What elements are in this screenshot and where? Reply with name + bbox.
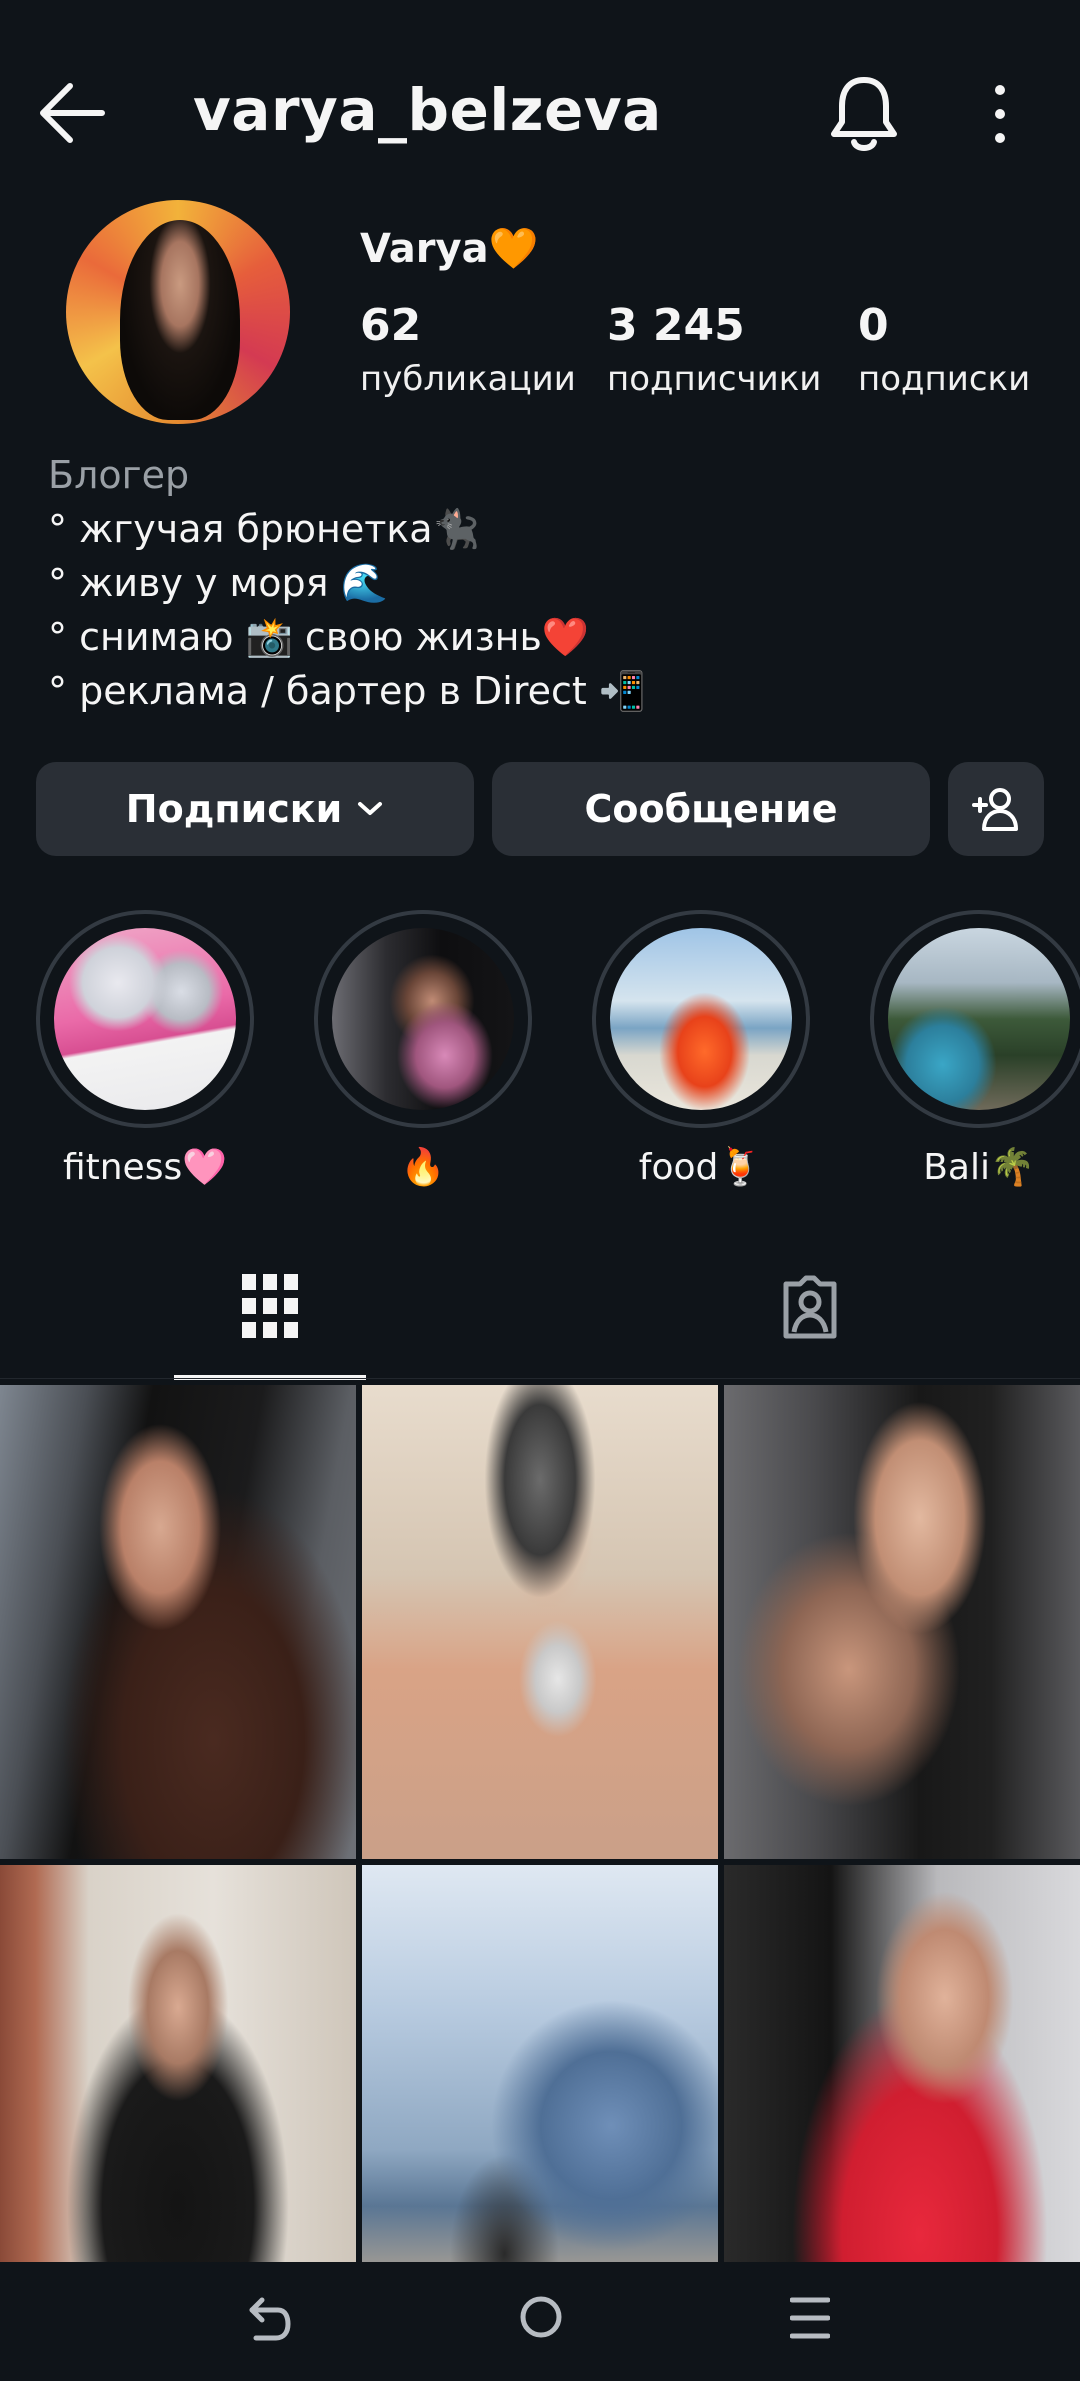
highlight-label: fitness🩷 <box>62 1147 228 1188</box>
highlight-cover <box>54 928 236 1110</box>
bio-line: ° живу у моря 🌊 <box>48 561 388 605</box>
chevron-down-icon <box>358 802 383 815</box>
add-user-button[interactable] <box>948 762 1044 856</box>
avatar-photo <box>120 220 240 420</box>
stat-following[interactable]: 0 подписки <box>858 300 1030 399</box>
highlight-bali[interactable]: Bali🌴 <box>866 910 1080 1188</box>
profile-avatar[interactable] <box>66 200 290 424</box>
highlight-ring <box>314 910 532 1128</box>
display-name: Varya🧡 <box>360 226 539 272</box>
highlight-ring <box>592 910 810 1128</box>
stat-followers-value: 3 245 <box>607 300 745 351</box>
message-button[interactable]: Сообщение <box>492 762 930 856</box>
more-vertical-icon[interactable] <box>985 84 1015 144</box>
arrow-left-icon[interactable] <box>36 80 108 146</box>
highlight-fitness[interactable]: fitness🩷 <box>32 910 258 1188</box>
highlight-label: 🔥 <box>400 1147 446 1188</box>
following-button[interactable]: Подписки <box>36 762 474 856</box>
highlight-food[interactable]: food🍹 <box>588 910 814 1188</box>
highlight-label: food🍹 <box>638 1147 764 1188</box>
highlight-cover <box>888 928 1070 1110</box>
nav-back-icon[interactable] <box>246 2294 292 2344</box>
highlight-cover <box>610 928 792 1110</box>
tab-tagged[interactable] <box>714 1250 906 1380</box>
highlight-ring <box>870 910 1080 1128</box>
bio-line: ° снимаю 📸 свою жизнь❤️ <box>48 615 590 659</box>
profile-username: varya_belzeva <box>193 76 662 144</box>
nav-home-icon[interactable] <box>518 2294 564 2340</box>
highlight-cover <box>332 928 514 1110</box>
highlight-ring <box>36 910 254 1128</box>
add-user-icon <box>972 788 1018 831</box>
bio-line: ° жгучая брюнетка🐈‍⬛ <box>48 507 480 551</box>
nav-recent-icon[interactable] <box>790 2294 830 2342</box>
stat-following-value: 0 <box>858 300 889 351</box>
tagged-icon <box>783 1275 837 1339</box>
profile-tabs <box>0 1250 1080 1380</box>
tabs-divider <box>0 1378 1080 1379</box>
highlight-fire[interactable]: 🔥 <box>310 910 536 1188</box>
grid-icon <box>242 1274 298 1338</box>
stat-posts[interactable]: 62 публикации <box>360 300 576 399</box>
stat-followers[interactable]: 3 245 подписчики <box>607 300 821 399</box>
stat-posts-label: публикации <box>360 359 576 399</box>
post-thumbnail[interactable] <box>362 1385 718 1859</box>
post-thumbnail[interactable] <box>724 1385 1080 1859</box>
bio-line: ° реклама / бартер в Direct 📲 <box>48 669 647 713</box>
system-nav-bar <box>0 2262 1080 2381</box>
profile-bio: Блогер ° жгучая брюнетка🐈‍⬛ ° живу у мор… <box>48 448 646 718</box>
bio-category: Блогер <box>48 453 190 497</box>
bell-icon[interactable] <box>828 74 900 154</box>
following-button-label: Подписки <box>125 787 343 831</box>
highlight-label: Bali🌴 <box>923 1147 1035 1188</box>
stat-posts-value: 62 <box>360 300 422 351</box>
stat-following-label: подписки <box>858 359 1031 399</box>
message-button-label: Сообщение <box>584 787 838 831</box>
stat-followers-label: подписчики <box>607 359 822 399</box>
post-thumbnail[interactable] <box>0 1385 356 1859</box>
top-bar: varya_belzeva <box>0 0 1080 230</box>
tab-posts-grid[interactable] <box>174 1250 366 1380</box>
